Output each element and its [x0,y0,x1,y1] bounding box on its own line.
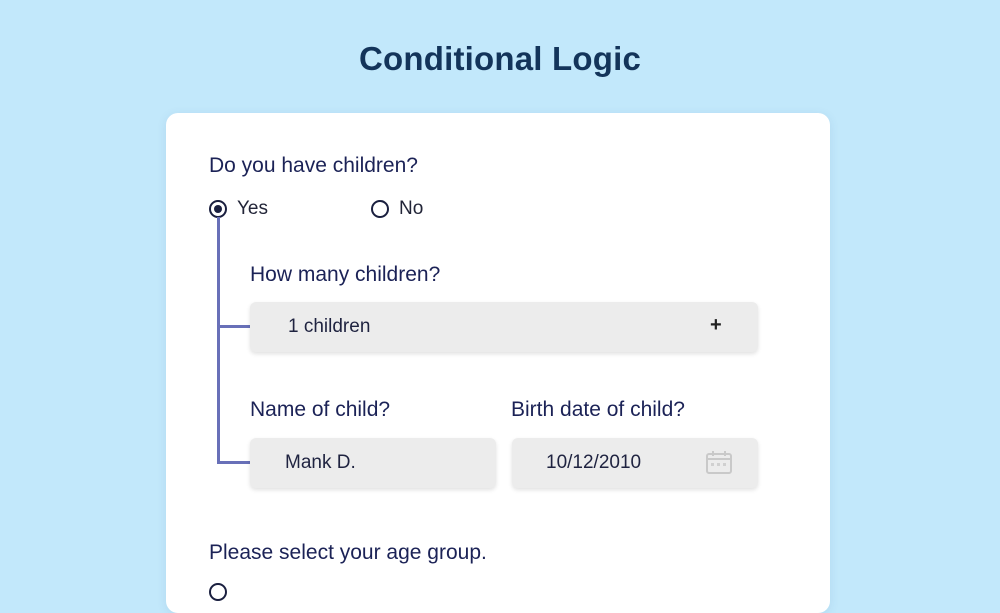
children-count-value: 1 children [288,316,371,337]
radio-option-no[interactable]: No [371,198,423,220]
page-title: Conditional Logic [358,40,642,77]
radio-yes-label: Yes [237,198,268,219]
question-child-name: Name of child? [250,398,391,421]
form-card: Do you have children? Yes No How many ch… [166,113,830,613]
connector-branch-count [217,325,251,328]
age-group-radio-partial[interactable] [209,583,227,601]
radio-no-label: No [399,198,424,219]
question-age-group: Please select your age group. [209,541,487,564]
child-name-value: Mank D. [285,452,356,473]
children-count-field[interactable]: 1 children + [250,302,758,352]
radio-no-unselected[interactable] [371,200,389,218]
plus-icon[interactable]: + [710,314,722,337]
birth-date-input[interactable]: 10/12/2010 [512,438,758,488]
question-how-many-children: How many children? [250,263,441,286]
radio-yes-selected[interactable] [209,200,227,218]
birth-date-value: 10/12/2010 [546,452,642,473]
connector-branch-name [217,461,251,464]
question-birth-date: Birth date of child? [511,398,685,421]
child-name-input[interactable]: Mank D. [250,438,496,488]
calendar-icon[interactable] [706,450,732,474]
conditional-connector-line [217,217,220,464]
question-have-children: Do you have children? [209,154,418,177]
age-group-radio[interactable] [209,583,227,601]
